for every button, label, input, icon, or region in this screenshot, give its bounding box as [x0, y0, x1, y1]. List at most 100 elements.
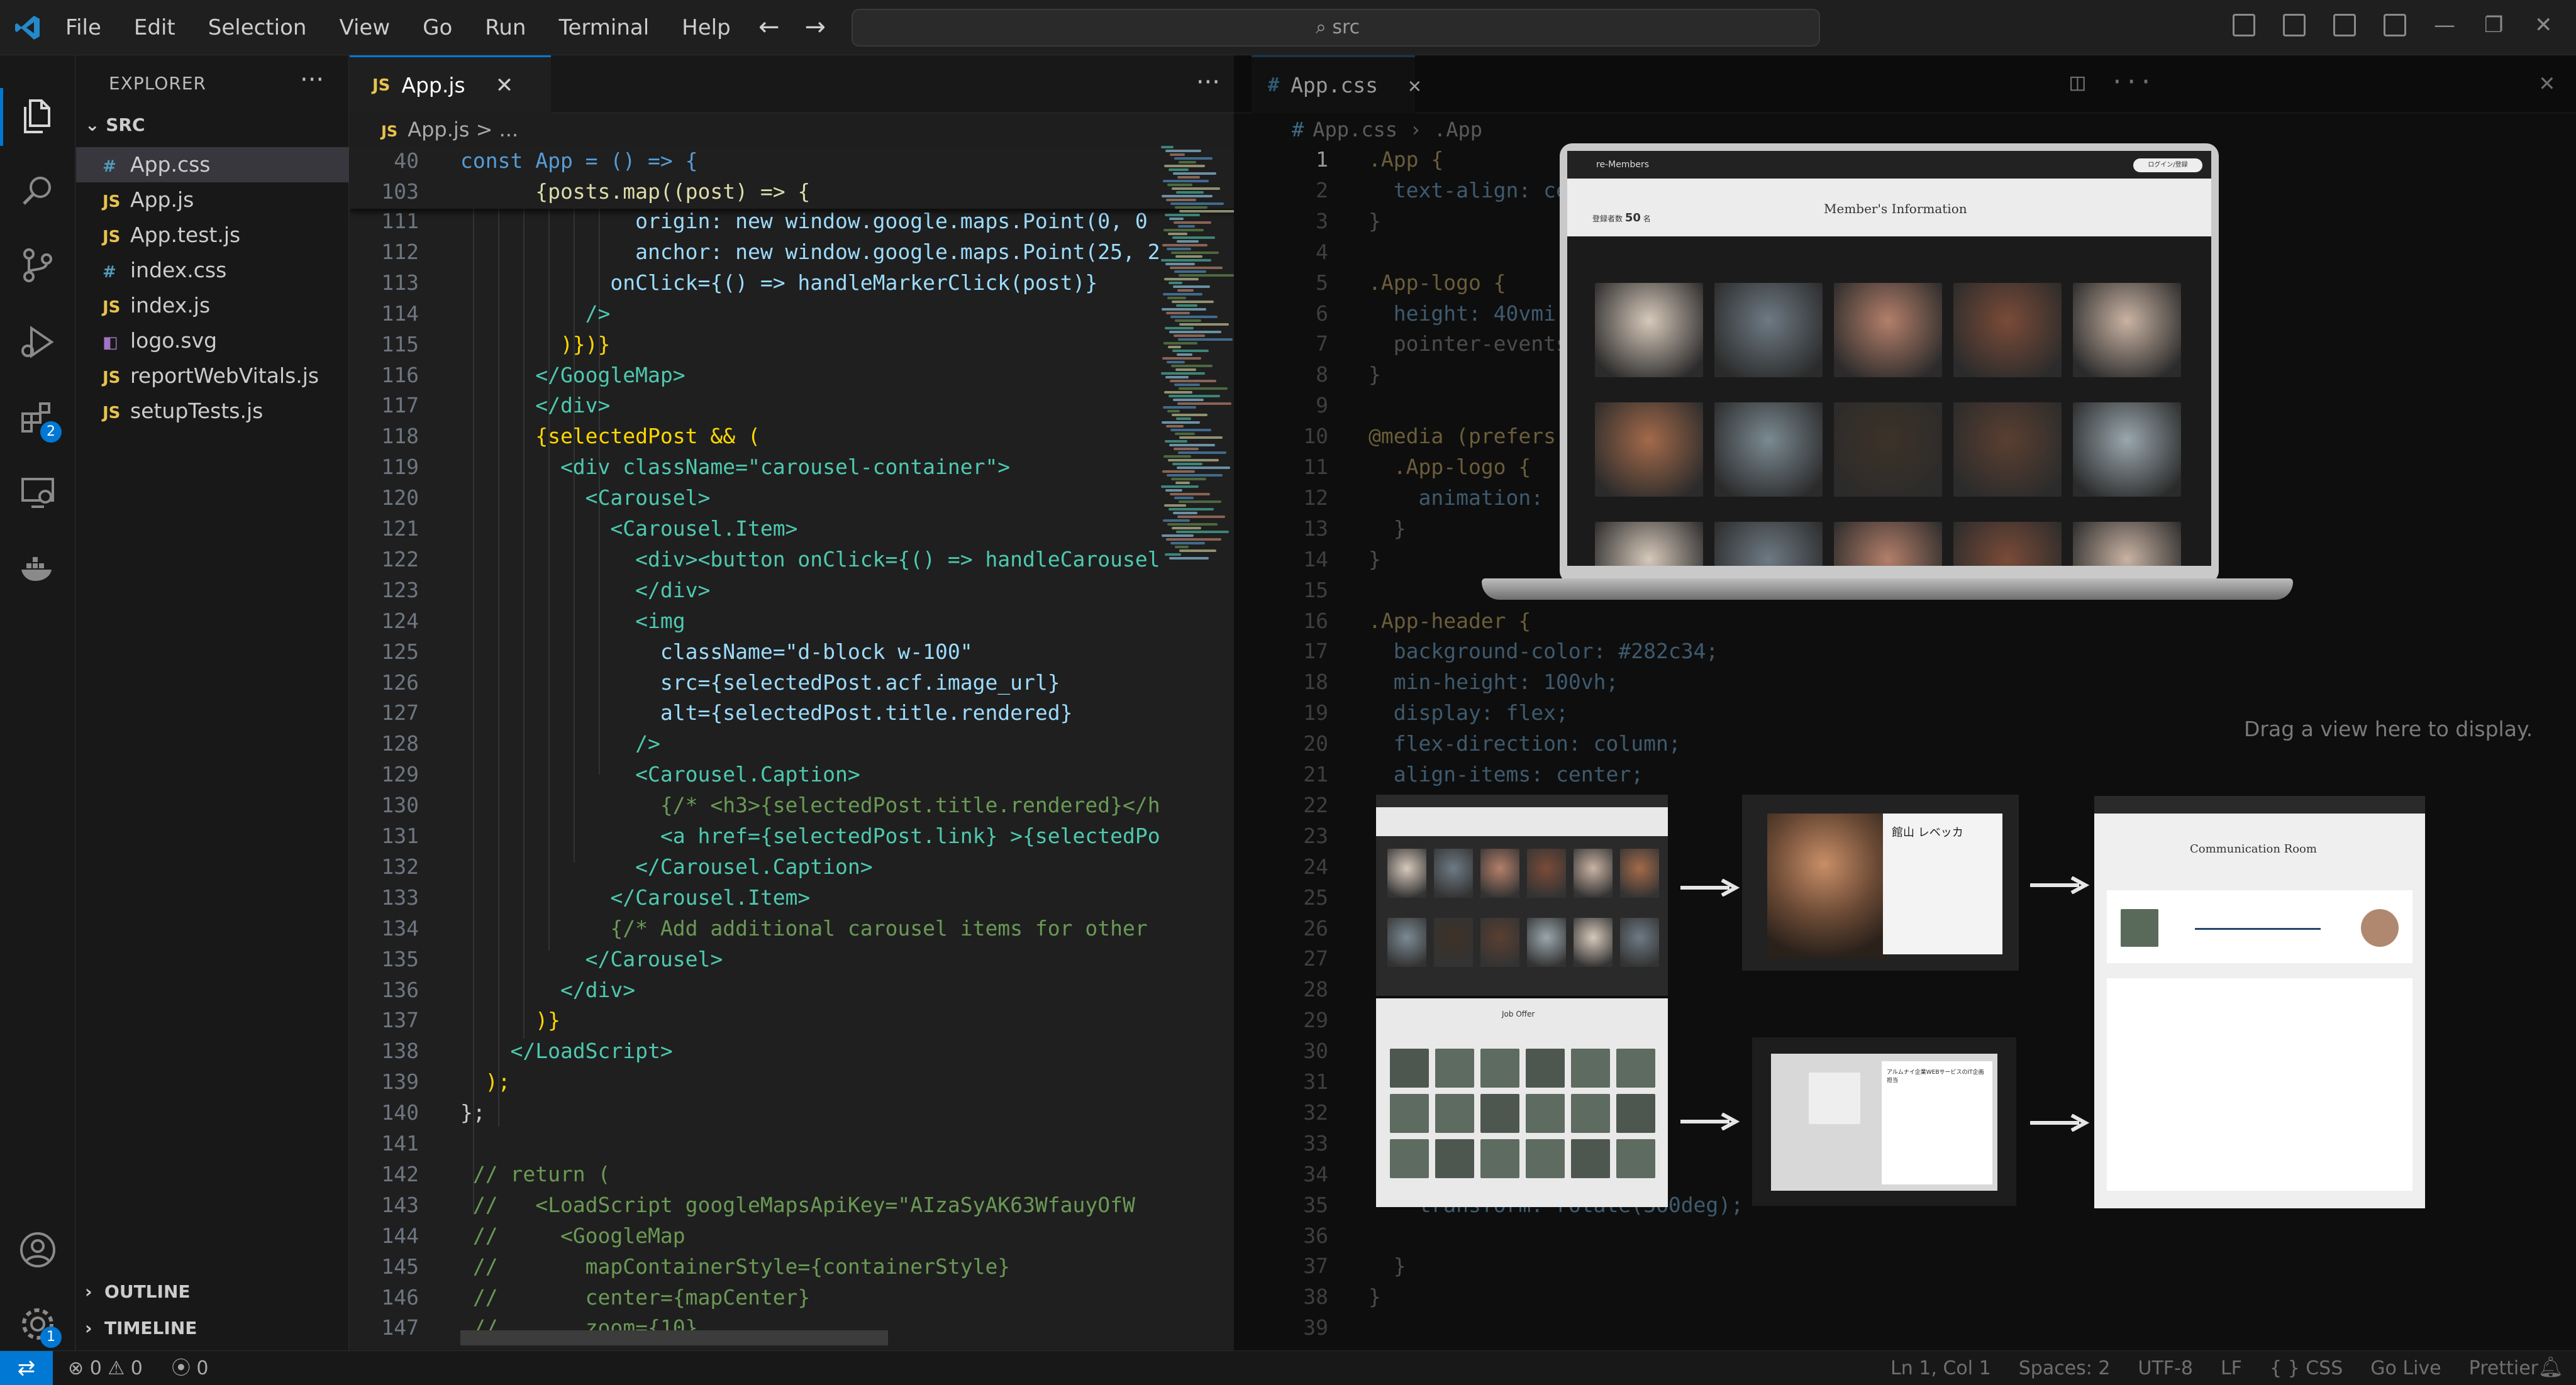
notifications-bell-icon[interactable]: 🔔︎: [2538, 1355, 2563, 1379]
minimap-line: [1164, 504, 1186, 507]
status-item[interactable]: Prettier: [2469, 1351, 2538, 1385]
close-group-icon[interactable]: ✕: [2540, 68, 2555, 97]
menu-item-edit[interactable]: Edit: [134, 15, 175, 40]
status-item[interactable]: Spaces: 2: [2019, 1351, 2111, 1385]
tab-app-css[interactable]: # App.css ✕: [1252, 55, 1421, 113]
restore-icon[interactable]: ❐: [2484, 14, 2507, 36]
editor-actions: ◫ ···: [2070, 68, 2153, 96]
menu-item-file[interactable]: File: [65, 15, 101, 40]
line-number: 8: [1316, 362, 1328, 387]
line-number: 12: [1303, 485, 1328, 510]
file-item[interactable]: # index.css: [76, 253, 349, 288]
js-file-icon: JS: [381, 123, 398, 140]
minimap[interactable]: [1161, 146, 1235, 573]
line-number: 126: [381, 670, 419, 695]
code-line: }: [1368, 1254, 1406, 1279]
split-editor-icon[interactable]: ◫: [2070, 68, 2085, 96]
minimap-line: [1171, 365, 1213, 367]
breadcrumb[interactable]: JS App.js > ...: [381, 113, 518, 146]
horizontal-scrollbar[interactable]: [460, 1330, 888, 1345]
job-card: [1390, 1094, 1429, 1133]
more-actions-icon[interactable]: ···: [300, 65, 324, 94]
code-line: </div>: [460, 393, 611, 418]
status-item[interactable]: { } CSS: [2270, 1351, 2343, 1385]
count-label: 登録者数: [1592, 214, 1623, 223]
breadcrumb-right[interactable]: # App.css › .App: [1292, 113, 1482, 146]
menu-item-run[interactable]: Run: [485, 15, 526, 40]
editor-more-actions-icon[interactable]: ···: [1196, 68, 1220, 97]
js-file-icon: JS: [372, 75, 391, 95]
minimap-line: [1178, 225, 1195, 228]
menu-item-selection[interactable]: Selection: [208, 15, 307, 40]
menu-item-view[interactable]: View: [339, 15, 390, 40]
code-line: </div>: [460, 577, 711, 602]
code-line: </Carousel>: [460, 946, 723, 971]
outline-section[interactable]: › OUTLINE: [85, 1281, 191, 1302]
toggle-sidebar-icon[interactable]: [2233, 14, 2255, 36]
minimap-line: [1175, 482, 1190, 484]
file-item[interactable]: JS App.js: [76, 182, 349, 218]
job-card: [1480, 1094, 1519, 1133]
account-icon[interactable]: [18, 1230, 58, 1270]
remote-indicator-icon[interactable]: ⇄: [0, 1351, 53, 1385]
search-view-icon[interactable]: [18, 171, 58, 211]
toggle-secondary-sidebar-icon[interactable]: [2333, 14, 2356, 36]
settings-gear-icon[interactable]: 1: [18, 1304, 62, 1348]
back-arrow-icon[interactable]: ←: [758, 13, 780, 41]
close-window-icon[interactable]: ✕: [2534, 14, 2557, 36]
status-item[interactable]: Go Live: [2370, 1351, 2441, 1385]
status-item[interactable]: UTF-8: [2138, 1351, 2193, 1385]
code-line: align-items: center;: [1368, 762, 1644, 786]
line-number: 1: [1316, 147, 1328, 172]
file-item[interactable]: JS reportWebVitals.js: [76, 358, 349, 394]
minimap-line: [1173, 399, 1204, 401]
menu-item-help[interactable]: Help: [682, 15, 731, 40]
mini-member-photo: [1434, 849, 1473, 898]
minimap-line: [1170, 493, 1210, 495]
line-number: 144: [381, 1223, 419, 1248]
status-item[interactable]: LF: [2221, 1351, 2242, 1385]
code-line: {selectedPost && (: [460, 424, 760, 449]
member-portrait: [1767, 814, 1893, 958]
menu-item-go[interactable]: Go: [423, 15, 452, 40]
js-file-icon: JS: [103, 368, 121, 387]
minimap-line: [1166, 425, 1184, 428]
minimap-line: [1161, 259, 1211, 262]
source-control-icon[interactable]: [18, 245, 58, 285]
minimap-line: [1179, 210, 1235, 212]
timeline-section[interactable]: › TIMELINE: [85, 1318, 197, 1338]
sticky-scroll[interactable]: 40 const App = () => {103 {posts.map((pos…: [350, 146, 1239, 209]
menu-item-terminal[interactable]: Terminal: [558, 15, 649, 40]
explorer-files-icon[interactable]: [18, 96, 58, 136]
file-item[interactable]: JS index.js: [76, 288, 349, 323]
command-center-search[interactable]: ⌕ src: [852, 9, 1820, 47]
folder-src[interactable]: ⌄ SRC: [85, 114, 145, 135]
member-name: 館山 レベッカ: [1892, 826, 1963, 839]
file-item[interactable]: JS App.test.js: [76, 218, 349, 253]
minimize-icon[interactable]: —: [2434, 14, 2457, 36]
run-debug-icon[interactable]: [18, 322, 58, 362]
remote-explorer-icon[interactable]: [18, 473, 58, 513]
status-item[interactable]: Ln 1, Col 1: [1890, 1351, 1991, 1385]
line-number: 15: [1303, 577, 1328, 602]
ports-indicator[interactable]: ⦿ 0: [172, 1351, 209, 1385]
tab-app-js[interactable]: JS App.js ✕: [350, 55, 551, 113]
extensions-icon[interactable]: 2: [18, 396, 62, 443]
toggle-panel-icon[interactable]: [2283, 14, 2306, 36]
close-tab-icon[interactable]: ✕: [496, 73, 514, 98]
close-tab-icon[interactable]: ✕: [1408, 73, 1421, 98]
problems-indicator[interactable]: ⊗ 0 ⚠ 0: [68, 1351, 143, 1385]
editor-more-actions-icon[interactable]: ···: [2110, 68, 2153, 96]
file-item[interactable]: JS setupTests.js: [76, 394, 349, 429]
line-number: 17: [1303, 639, 1328, 664]
code-editor-app-js[interactable]: 111 origin: new window.google.maps.Point…: [350, 146, 1239, 1348]
file-item[interactable]: # App.css: [76, 147, 349, 182]
docker-icon[interactable]: [18, 548, 58, 588]
file-item[interactable]: ◧ logo.svg: [76, 323, 349, 358]
minimap-line: [1169, 395, 1220, 397]
line-number: 129: [381, 762, 419, 787]
forward-arrow-icon[interactable]: →: [805, 13, 826, 41]
minimap-line: [1176, 191, 1204, 194]
customize-layout-icon[interactable]: [2384, 14, 2406, 36]
line-number: 23: [1303, 823, 1328, 848]
